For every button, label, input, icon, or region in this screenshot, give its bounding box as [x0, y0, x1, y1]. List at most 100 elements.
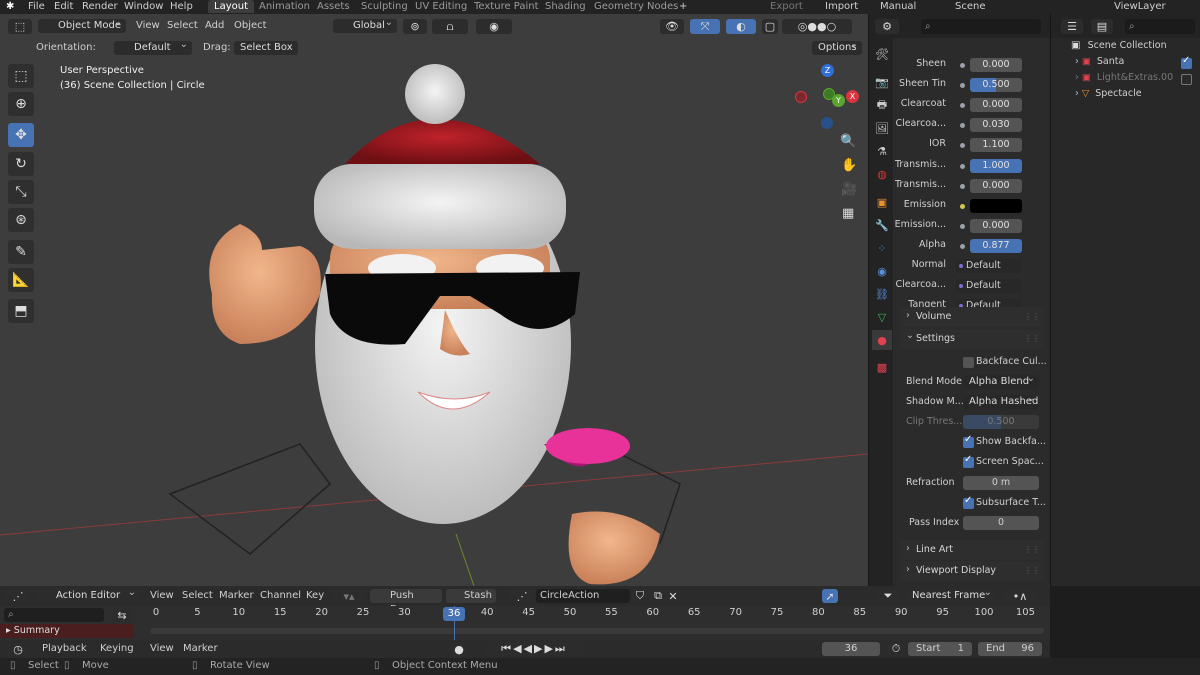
channel-search-input[interactable]: ⌕	[4, 608, 104, 622]
outliner-item-santa[interactable]: › ▣ Santa	[1075, 56, 1124, 70]
gizmo-toggle-icon[interactable]: ⤧	[690, 19, 720, 34]
menu-add[interactable]: Add	[205, 19, 224, 33]
socket-dot-icon[interactable]	[960, 123, 965, 129]
manual-button[interactable]: Manual	[880, 0, 916, 13]
socket-dot-icon[interactable]	[960, 163, 965, 169]
property-value-field[interactable]: 0.877	[970, 238, 1022, 253]
properties-search-input[interactable]: ⌕	[921, 19, 1041, 34]
export-button[interactable]: Export	[770, 0, 803, 13]
ae-menu-view[interactable]: View	[150, 589, 174, 603]
tab-assets[interactable]: Assets	[317, 0, 350, 13]
pivot-icon[interactable]: ⊚	[403, 19, 427, 34]
santa-include-checkbox[interactable]	[1181, 55, 1192, 69]
object-tab-icon[interactable]: ▣	[872, 192, 892, 212]
zoom-icon[interactable]: 🔍	[840, 134, 856, 149]
push-down-button[interactable]: Push Down	[370, 589, 442, 615]
tab-sculpting[interactable]: Sculpting	[361, 0, 408, 13]
camera-view-icon[interactable]: 🎥	[841, 182, 857, 197]
cursor-tool-icon[interactable]: ⊕	[8, 92, 34, 116]
ae-menu-key[interactable]: Key	[306, 589, 324, 603]
mode-dropdown[interactable]: Object Mode	[38, 16, 126, 33]
view-layer-tab-icon[interactable]: 🖼	[872, 118, 892, 138]
ortho-grid-icon[interactable]: ▦	[842, 206, 854, 221]
action-editor-mode-dropdown[interactable]: Action Editor	[36, 586, 140, 603]
proportional-edit-icon[interactable]: ◉	[476, 19, 512, 34]
display-mode-icon[interactable]: ▤	[1091, 19, 1113, 34]
preview-range-icon[interactable]: ⏱	[888, 642, 904, 656]
ae-menu-channel[interactable]: Channel	[260, 589, 301, 603]
data-tab-icon[interactable]: ▽	[872, 307, 892, 327]
pass-index-field[interactable]: 0	[963, 516, 1039, 530]
shadow-mode-dropdown[interactable]: Alpha Hashed	[963, 392, 1039, 409]
transform-tool-icon[interactable]: ⊛	[8, 208, 34, 232]
refraction-depth-field[interactable]: 0 m	[963, 476, 1039, 490]
property-value-field[interactable]: 1.100	[970, 138, 1022, 153]
fake-user-icon[interactable]: ⛉	[632, 589, 648, 603]
property-link-field[interactable]: Default	[956, 259, 1022, 273]
settings-section[interactable]: Settings	[900, 326, 1044, 349]
layer-arrows-icon[interactable]: ▾▴	[332, 589, 366, 603]
outliner-editor-type-icon[interactable]: ☰	[1061, 19, 1083, 34]
record-icon[interactable]: ●	[450, 642, 468, 656]
snap-mode-dropdown[interactable]: Nearest Frame	[906, 586, 996, 603]
properties-editor-type-icon[interactable]: ⚙	[875, 19, 899, 34]
property-value-field[interactable]	[970, 198, 1022, 213]
line-art-section[interactable]: Line Art	[900, 539, 1044, 560]
current-frame-field[interactable]: 36	[822, 642, 880, 656]
subsurface-translucency-checkbox[interactable]	[963, 495, 974, 509]
add-workspace-button[interactable]: +	[679, 0, 687, 13]
unlink-action-icon[interactable]: ✕	[666, 589, 680, 603]
navigation-gizmo[interactable]: Z X Y	[790, 62, 862, 134]
select-box-tool-icon[interactable]: ⬚	[8, 64, 34, 88]
socket-dot-icon[interactable]	[960, 103, 965, 109]
outliner-item-spectacle[interactable]: › ▽ Spectacle	[1075, 88, 1142, 102]
playback-controls[interactable]: ⏮◀◀▶▶⏭	[484, 642, 584, 656]
overlay-toggle-icon[interactable]: ◐	[726, 19, 756, 34]
stash-button[interactable]: Stash	[446, 589, 496, 603]
menu-playback[interactable]: Playback	[42, 642, 87, 656]
outliner-item-lights[interactable]: › ▣ Light&Extras.00	[1075, 72, 1173, 86]
shading-modes-icon[interactable]: ◎●●○	[782, 19, 852, 34]
ae-menu-marker[interactable]: Marker	[219, 589, 254, 603]
property-value-field[interactable]: 0.000	[970, 218, 1022, 233]
timeline-editor-type-icon[interactable]: ◷	[6, 642, 30, 656]
annotate-tool-icon[interactable]: ✎	[8, 240, 34, 264]
duplicate-action-icon[interactable]: ⧉	[650, 589, 666, 603]
scene-tab-icon[interactable]: ⚗	[872, 141, 892, 161]
render-tab-icon[interactable]: 📷	[872, 72, 892, 92]
tab-geometry-nodes[interactable]: Geometry Nodes	[594, 0, 678, 13]
only-selected-icon[interactable]: ➚	[822, 589, 838, 603]
menu-render[interactable]: Render	[82, 0, 118, 13]
rotate-tool-icon[interactable]: ↻	[8, 152, 34, 176]
timeline-menu-marker[interactable]: Marker	[183, 642, 218, 656]
outliner-search-input[interactable]: ⌕	[1125, 19, 1195, 34]
add-cube-tool-icon[interactable]: ⬒	[8, 299, 34, 323]
orientation-dropdown[interactable]: Default	[114, 38, 192, 55]
action-browse-icon[interactable]: ⋰	[510, 589, 534, 603]
scene-collection-row[interactable]: ▣ Scene Collection	[1071, 40, 1167, 54]
property-value-field[interactable]: 0.030	[970, 118, 1022, 133]
menu-view[interactable]: View	[136, 19, 160, 33]
options-dropdown[interactable]: Options	[812, 38, 862, 55]
action-editor-type-icon[interactable]: ⋰	[6, 589, 30, 603]
gizmo-z-icon[interactable]: Z	[821, 64, 834, 77]
material-tab-icon[interactable]: ●	[872, 330, 892, 350]
ae-menu-select[interactable]: Select	[182, 589, 213, 603]
menu-file[interactable]: File	[28, 0, 45, 13]
tool-tab-icon[interactable]: 🛠	[872, 44, 892, 64]
3d-viewport[interactable]: ⬚ Object Mode View Select Add Object Glo…	[0, 14, 868, 586]
constraints-tab-icon[interactable]: ⛓	[872, 284, 892, 304]
pan-hand-icon[interactable]: ✋	[841, 158, 857, 173]
tab-texture-paint[interactable]: Texture Paint	[474, 0, 539, 13]
tab-shading[interactable]: Shading	[545, 0, 586, 13]
drag-dropdown[interactable]: Select Box	[234, 38, 298, 55]
menu-keying[interactable]: Keying	[100, 642, 134, 656]
action-name-field[interactable]: CircleAction	[536, 589, 630, 603]
socket-dot-icon[interactable]	[960, 243, 965, 249]
scale-tool-icon[interactable]: ⤡	[8, 180, 34, 204]
backface-culling-checkbox[interactable]	[963, 357, 974, 368]
viewport-display-section[interactable]: Viewport Display	[900, 560, 1044, 581]
summary-channel[interactable]: ▸ Summary	[0, 624, 134, 638]
visibility-icon[interactable]: 👁	[660, 19, 684, 34]
timeline-menu-view[interactable]: View	[150, 642, 174, 656]
